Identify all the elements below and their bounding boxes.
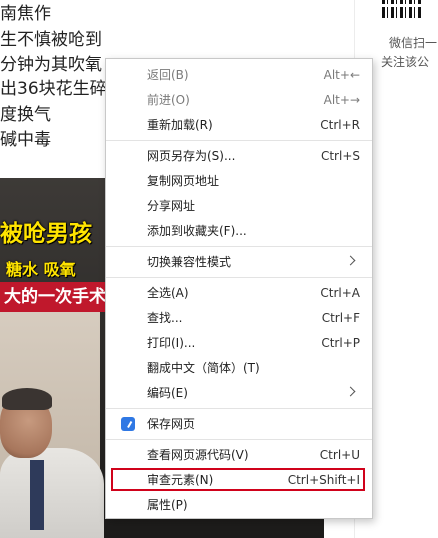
menu-item-print-shortcut: Ctrl+P — [321, 336, 360, 350]
doctor-tie — [30, 460, 44, 530]
menu-item-back-label: 返回(B) — [147, 68, 189, 82]
context-menu: 返回(B) Alt+← 前进(O) Alt+→ 重新加载(R) Ctrl+R 网… — [105, 58, 373, 519]
menu-item-save-as[interactable]: 网页另存为(S)... Ctrl+S — [106, 144, 372, 168]
video-banner-caption: 大的一次手术 — [0, 282, 116, 312]
qr-code-gap — [382, 4, 422, 7]
menu-item-view-source-label: 查看网页源代码(V) — [147, 448, 249, 462]
chevron-right-icon — [345, 255, 356, 266]
menu-item-find-shortcut: Ctrl+F — [321, 311, 360, 325]
menu-separator — [106, 277, 372, 278]
article-line-2: 生不慎被呛到 — [0, 30, 102, 50]
menu-item-copy-url-label: 复制网页地址 — [147, 174, 220, 188]
menu-item-forward[interactable]: 前进(O) Alt+→ — [106, 88, 372, 112]
menu-item-forward-shortcut: Alt+→ — [323, 93, 360, 107]
menu-item-compat-mode[interactable]: 切换兼容性模式 — [106, 250, 372, 274]
menu-item-back[interactable]: 返回(B) Alt+← — [106, 63, 372, 87]
menu-item-back-shortcut: Alt+← — [323, 68, 360, 82]
menu-item-share-url-label: 分享网址 — [147, 199, 196, 213]
menu-item-add-favorite[interactable]: 添加到收藏夹(F)... — [106, 219, 372, 243]
menu-item-properties-label: 属性(P) — [147, 498, 188, 512]
chevron-right-icon — [345, 386, 356, 397]
article-line-6: 碱中毒 — [0, 130, 51, 150]
menu-separator — [106, 408, 372, 409]
menu-item-select-all[interactable]: 全选(A) Ctrl+A — [106, 281, 372, 305]
video-banner-subtitle-b: 吸氧 — [43, 260, 76, 279]
sidebar-caption-scan: 微信扫一 — [389, 36, 438, 50]
menu-item-properties[interactable]: 属性(P) — [106, 493, 372, 517]
article-line-5: 度换气 — [0, 105, 51, 125]
menu-item-find-label: 查找... — [147, 311, 183, 325]
qr-code-icon — [382, 0, 422, 18]
menu-item-translate[interactable]: 翻成中文（简体）(T) — [106, 356, 372, 380]
menu-item-forward-label: 前进(O) — [147, 93, 190, 107]
menu-item-reload[interactable]: 重新加载(R) Ctrl+R — [106, 113, 372, 137]
menu-item-select-all-label: 全选(A) — [147, 286, 189, 300]
article-line-1: 南焦作 — [0, 4, 51, 24]
menu-item-reload-label: 重新加载(R) — [147, 118, 213, 132]
menu-separator — [106, 439, 372, 440]
menu-item-translate-label: 翻成中文（简体）(T) — [147, 361, 260, 375]
sidebar-caption-follow: 关注该公 — [381, 55, 430, 69]
video-banner-subtitle: 糖水 吸氧 — [6, 256, 76, 280]
inspect-element-highlight — [111, 468, 365, 491]
menu-item-add-favorite-label: 添加到收藏夹(F)... — [147, 224, 247, 238]
doctor-body — [0, 448, 104, 538]
save-page-icon — [121, 417, 135, 431]
doctor-hair — [2, 388, 52, 410]
menu-item-encoding[interactable]: 编码(E) — [106, 381, 372, 405]
menu-item-reload-shortcut: Ctrl+R — [320, 118, 360, 132]
menu-separator — [106, 140, 372, 141]
menu-item-save-page-label: 保存网页 — [147, 417, 196, 431]
video-banner-title: 被呛男孩 — [0, 221, 92, 247]
video-banner-subtitle-a: 糖水 — [6, 260, 44, 279]
menu-item-compat-mode-label: 切换兼容性模式 — [147, 255, 232, 269]
article-line-4: 出36块花生碎 — [0, 79, 107, 99]
article-line-3: 分钟为其吹氧 — [0, 55, 102, 75]
menu-item-print-label: 打印(I)... — [147, 336, 196, 350]
menu-item-save-as-shortcut: Ctrl+S — [320, 149, 360, 163]
menu-item-save-page[interactable]: 保存网页 — [106, 412, 372, 436]
menu-item-print[interactable]: 打印(I)... Ctrl+P — [106, 331, 372, 355]
menu-item-copy-url[interactable]: 复制网页地址 — [106, 169, 372, 193]
menu-item-encoding-label: 编码(E) — [147, 386, 188, 400]
menu-item-save-as-label: 网页另存为(S)... — [147, 149, 236, 163]
menu-item-share-url[interactable]: 分享网址 — [106, 194, 372, 218]
menu-item-view-source[interactable]: 查看网页源代码(V) Ctrl+U — [106, 443, 372, 467]
menu-separator — [106, 246, 372, 247]
menu-item-view-source-shortcut: Ctrl+U — [319, 448, 360, 462]
menu-item-select-all-shortcut: Ctrl+A — [320, 286, 360, 300]
menu-item-find[interactable]: 查找... Ctrl+F — [106, 306, 372, 330]
